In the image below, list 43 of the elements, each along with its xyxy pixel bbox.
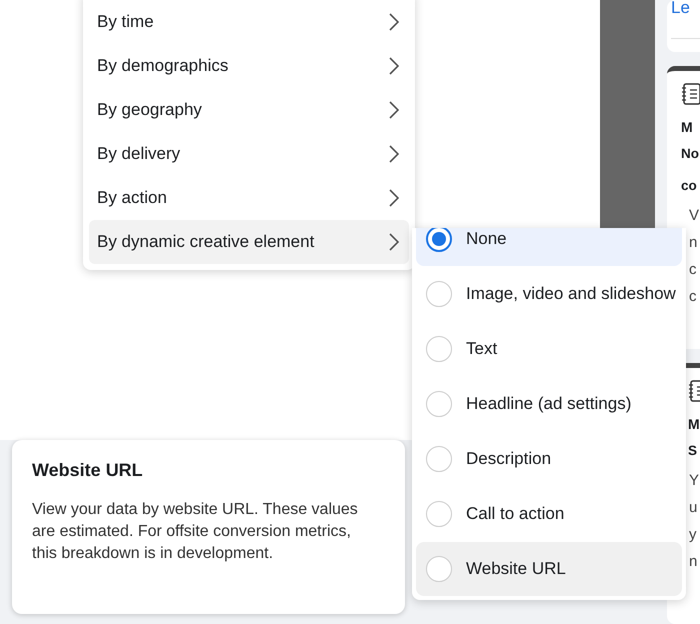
- radio-option[interactable]: Image, video and slideshow: [416, 267, 682, 321]
- card-heading: S: [688, 442, 698, 460]
- tooltip-text: View your data by website URL. These values are estimated. For offsite conversion metrics, this breakdown is in development.: [32, 500, 359, 564]
- radio-button[interactable]: [426, 336, 452, 362]
- radio-option[interactable]: None: [416, 228, 682, 266]
- chevron-right-icon: [389, 145, 399, 163]
- card-text: n: [689, 232, 698, 253]
- radio-option[interactable]: Text: [416, 322, 682, 376]
- radio-option[interactable]: Headline (ad settings): [416, 377, 682, 431]
- chevron-right-icon: [389, 189, 399, 207]
- radio-button[interactable]: [426, 501, 452, 527]
- menu-item[interactable]: By time: [89, 0, 409, 44]
- chevron-right-icon: [389, 57, 399, 75]
- card-text: n: [689, 552, 698, 572]
- chevron-right-icon: [389, 233, 399, 251]
- menu-item[interactable]: By geography: [89, 88, 409, 132]
- menu-item[interactable]: By action: [89, 176, 409, 220]
- radio-button[interactable]: [426, 391, 452, 417]
- radio-button[interactable]: [426, 446, 452, 472]
- menu-item[interactable]: By delivery: [89, 132, 409, 176]
- radio-option[interactable]: Call to action: [416, 487, 682, 541]
- chevron-right-icon: [389, 13, 399, 31]
- card-title: M: [681, 118, 694, 135]
- chevron-right-icon: [389, 101, 399, 119]
- menu-item[interactable]: By dynamic creative element: [89, 220, 409, 264]
- radio-option[interactable]: Website URL: [416, 542, 682, 596]
- card-text: Y: [689, 470, 700, 491]
- card-heading: co: [681, 176, 698, 195]
- card-title: M: [688, 416, 700, 432]
- card-text: u: [689, 498, 698, 518]
- link[interactable]: Le: [671, 0, 700, 18]
- card-heading: No: [681, 144, 700, 163]
- tooltip-title: Website URL: [32, 460, 144, 481]
- card-text: c: [689, 286, 698, 307]
- radio-button[interactable]: [426, 556, 452, 582]
- notebook-icon: [681, 82, 700, 105]
- card-text: c: [689, 260, 698, 280]
- card-text: y: [689, 524, 698, 545]
- card-text: V: [689, 206, 700, 226]
- radio-option[interactable]: Description: [416, 432, 682, 486]
- menu-item[interactable]: By demographics: [89, 44, 409, 88]
- radio-button[interactable]: [426, 228, 452, 252]
- radio-button[interactable]: [426, 281, 452, 307]
